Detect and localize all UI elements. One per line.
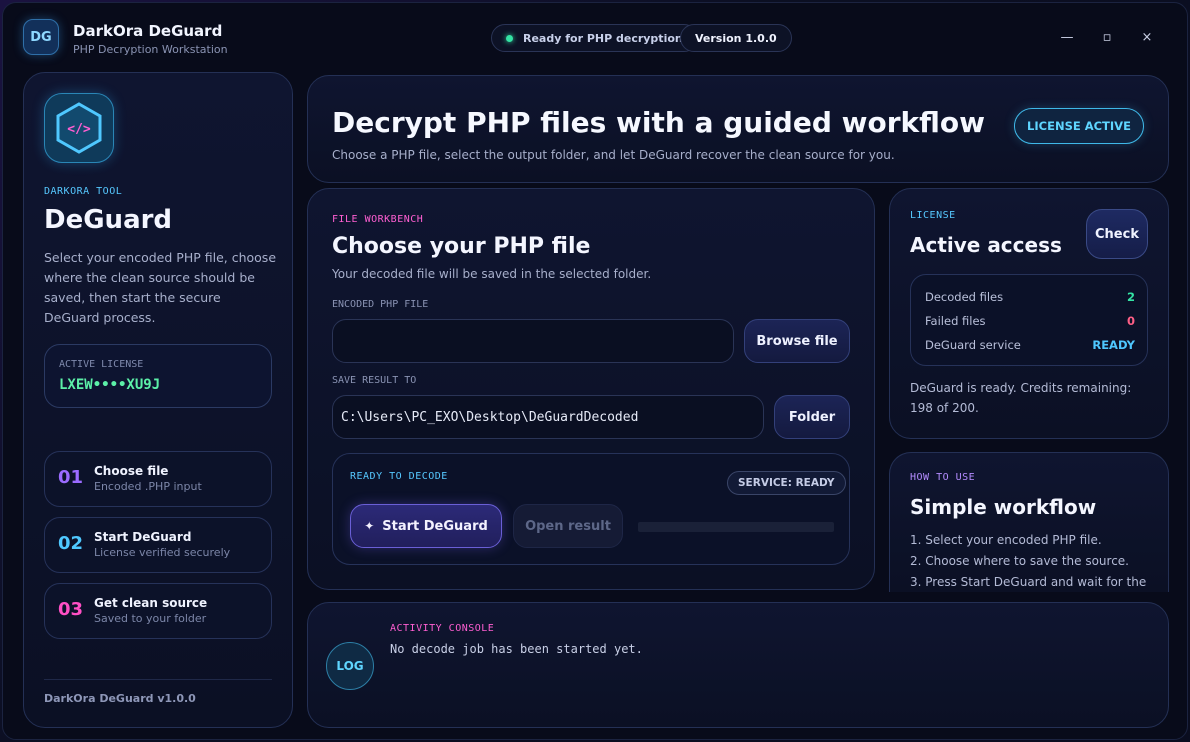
workbench-subtitle: Your decoded file will be saved in the s… (332, 267, 652, 281)
sidebar-description: Select your encoded PHP file, choose whe… (44, 250, 277, 325)
stat-label: Failed files (925, 314, 986, 328)
open-result-button[interactable]: Open result (513, 504, 623, 548)
sidebar-eyebrow: DARKORA TOOL (44, 186, 123, 197)
minimize-button[interactable]: — (1055, 27, 1079, 47)
app-title: DarkOra DeGuard (73, 22, 223, 40)
decode-box: READY TO DECODE SERVICE: READY ✦ Start D… (332, 453, 850, 565)
stat-label: Decoded files (925, 290, 1004, 304)
step-start-deguard: 02 Start DeGuard License verified secure… (44, 517, 272, 573)
howto-step: 3. Press Start DeGuard and wait for the (910, 575, 1147, 589)
stat-decoded-files: Decoded files 2 (925, 290, 1135, 304)
service-status-badge: SERVICE: READY (727, 471, 846, 495)
close-button[interactable]: × (1135, 27, 1159, 47)
step-get-clean-source: 03 Get clean source Saved to your folder (44, 583, 272, 639)
step-title: Start DeGuard (94, 530, 192, 544)
file-workbench: FILE WORKBENCH Choose your PHP file Your… (307, 188, 875, 590)
howto-title: Simple workflow (910, 495, 1097, 519)
step-number: 02 (58, 533, 84, 554)
console-message: No decode job has been started yet. (390, 642, 643, 656)
stat-failed-files: Failed files 0 (925, 314, 1135, 328)
step-title: Choose file (94, 464, 169, 478)
license-note: DeGuard is ready. Credits remaining: 198… (910, 381, 1132, 415)
app-logo: DG (23, 19, 59, 55)
code-icon: </> (44, 93, 114, 163)
active-license-box: ACTIVE LICENSE LXEW••••XU9J (44, 344, 272, 408)
title-bar: DG DarkOra DeGuard PHP Decryption Workst… (3, 3, 1187, 69)
hero-title: Decrypt PHP files with a guided workflow (332, 106, 986, 139)
encoded-file-label: ENCODED PHP FILE (332, 299, 429, 310)
maximize-button[interactable]: ▫ (1095, 27, 1119, 47)
app-window: DG DarkOra DeGuard PHP Decryption Workst… (2, 2, 1188, 740)
save-result-label: SAVE RESULT TO (332, 375, 417, 386)
browse-file-button[interactable]: Browse file (744, 319, 850, 363)
decode-eyebrow: READY TO DECODE (350, 471, 448, 482)
version-pill: Version 1.0.0 (680, 24, 792, 52)
status-pill: Ready for PHP decryption (491, 24, 698, 52)
how-to-use-panel: HOW TO USE Simple workflow 1. Select you… (889, 452, 1169, 592)
sparkle-icon: ✦ (364, 519, 375, 533)
step-subtitle: Encoded .PHP input (94, 480, 202, 493)
workbench-eyebrow: FILE WORKBENCH (332, 214, 424, 225)
step-number: 03 (58, 599, 84, 620)
license-active-button[interactable]: LICENSE ACTIVE (1014, 108, 1144, 144)
stat-value: 0 (1126, 314, 1135, 328)
encoded-file-input[interactable] (332, 319, 734, 363)
license-card-eyebrow: LICENSE (910, 210, 956, 221)
status-dot-icon (506, 34, 513, 42)
svg-text:</>: </> (67, 122, 91, 137)
license-key: LXEW••••XU9J (59, 377, 161, 393)
workbench-title: Choose your PHP file (332, 234, 591, 259)
decode-progress-bar (638, 522, 834, 532)
stat-value: 2 (1126, 290, 1135, 304)
sidebar-footer: DarkOra DeGuard v1.0.0 (44, 692, 196, 705)
start-deguard-label: Start DeGuard (382, 518, 488, 534)
app-subtitle: PHP Decryption Workstation (73, 43, 228, 56)
step-subtitle: License verified securely (94, 546, 231, 559)
license-label: ACTIVE LICENSE (59, 359, 144, 370)
sidebar-divider (44, 679, 272, 680)
howto-step: 2. Choose where to save the source. (910, 554, 1129, 568)
status-pill-label: Ready for PHP decryption (523, 31, 683, 45)
console-eyebrow: ACTIVITY CONSOLE (390, 623, 495, 634)
stat-deguard-service: DeGuard service READY (925, 338, 1135, 352)
stat-label: DeGuard service (925, 338, 1021, 352)
hero-subtitle: Choose a PHP file, select the output fol… (332, 148, 895, 162)
save-path-input[interactable]: C:\Users\PC_EXO\Desktop\DeGuardDecoded (332, 395, 764, 439)
step-title: Get clean source (94, 596, 208, 610)
step-subtitle: Saved to your folder (94, 612, 207, 625)
activity-console: LOG ACTIVITY CONSOLE No decode job has b… (307, 602, 1169, 728)
howto-steps: 1. Select your encoded PHP file. 2. Choo… (910, 530, 1160, 592)
howto-step: 1. Select your encoded PHP file. (910, 533, 1102, 547)
sidebar: </> DARKORA TOOL DeGuard Select your enc… (23, 72, 293, 728)
log-badge: LOG (326, 642, 374, 690)
license-card-title: Active access (910, 233, 1062, 257)
sidebar-title: DeGuard (44, 205, 173, 235)
folder-button[interactable]: Folder (774, 395, 850, 439)
check-license-button[interactable]: Check (1086, 209, 1148, 259)
stat-value: READY (1092, 338, 1135, 352)
howto-eyebrow: HOW TO USE (910, 472, 976, 483)
hero-panel: Decrypt PHP files with a guided workflow… (307, 75, 1169, 183)
license-stats: Decoded files 2 Failed files 0 DeGuard s… (910, 274, 1148, 366)
start-deguard-button[interactable]: ✦ Start DeGuard (350, 504, 502, 548)
step-choose-file: 01 Choose file Encoded .PHP input (44, 451, 272, 507)
license-card: LICENSE Active access Check Decoded file… (889, 188, 1169, 439)
step-number: 01 (58, 467, 84, 488)
